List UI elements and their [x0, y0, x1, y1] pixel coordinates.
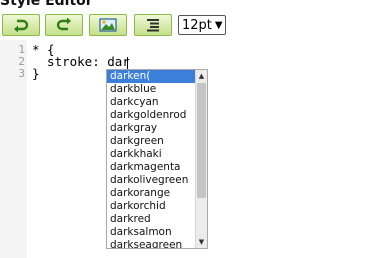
undo-button[interactable] — [2, 14, 40, 36]
redo-button[interactable] — [45, 14, 83, 36]
redo-arrow-icon — [56, 18, 72, 32]
line-number-gutter: 1 2 3 — [0, 40, 27, 258]
autocomplete-item[interactable]: darkorchid — [107, 200, 196, 213]
font-size-select[interactable]: 12pt ▼ — [178, 15, 226, 35]
autocomplete-item[interactable]: darkgray — [107, 122, 196, 135]
autocomplete-item-selected[interactable]: darken( — [107, 70, 196, 83]
font-size-value: 12pt — [182, 17, 212, 33]
toolbar: 12pt ▼ — [0, 14, 370, 38]
autocomplete-item[interactable]: darkcyan — [107, 96, 196, 109]
scrollbar-thumb[interactable] — [197, 83, 206, 198]
format-button[interactable] — [134, 14, 172, 36]
scroll-up-arrow-icon[interactable]: ▲ — [196, 71, 207, 81]
autocomplete-item[interactable]: darkgreen — [107, 135, 196, 148]
chevron-down-icon: ▼ — [214, 19, 223, 31]
autocomplete-item[interactable]: darksalmon — [107, 226, 196, 239]
undo-arrow-icon — [13, 18, 29, 32]
autocomplete-list: darken( darkblue darkcyan darkgoldenrod … — [107, 70, 196, 248]
code-line[interactable]: stroke: dar — [32, 55, 130, 68]
scroll-down-arrow-icon[interactable]: ▼ — [196, 237, 207, 247]
autocomplete-item[interactable]: darkkhaki — [107, 148, 196, 161]
window-title: Style Editor — [0, 0, 93, 9]
line-number: 3 — [18, 67, 25, 80]
autocomplete-popup: darken( darkblue darkcyan darkgoldenrod … — [106, 69, 208, 249]
autocomplete-scrollbar[interactable]: ▲ ▼ — [195, 70, 207, 248]
autocomplete-item[interactable]: darkmagenta — [107, 161, 196, 174]
code-line[interactable]: } — [32, 67, 40, 80]
autocomplete-item[interactable]: darkorange — [107, 187, 196, 200]
image-icon — [99, 18, 117, 32]
autocomplete-item[interactable]: darkgoldenrod — [107, 109, 196, 122]
autocomplete-item[interactable]: darkblue — [107, 83, 196, 96]
autocomplete-item[interactable]: darkolivegreen — [107, 174, 196, 187]
format-lines-icon — [146, 18, 160, 32]
autocomplete-item[interactable]: darkseagreen — [107, 239, 196, 248]
insert-image-button[interactable] — [89, 14, 127, 36]
autocomplete-item[interactable]: darkred — [107, 213, 196, 226]
